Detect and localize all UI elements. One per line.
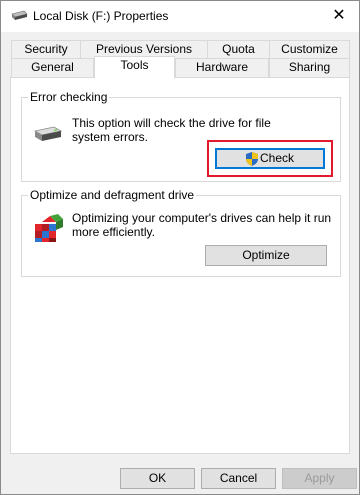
apply-button[interactable]: Apply <box>282 468 357 489</box>
tab-sharing[interactable]: Sharing <box>269 58 350 77</box>
drive-title-icon <box>10 10 28 22</box>
optimize-description-line2: more efficiently. <box>72 225 155 239</box>
drive-icon <box>33 125 63 143</box>
error-checking-title: Error checking <box>28 90 110 104</box>
check-button-label: Check <box>259 151 294 165</box>
tab-hardware[interactable]: Hardware <box>175 58 269 77</box>
defrag-icon <box>32 213 66 243</box>
optimize-title: Optimize and defragment drive <box>28 188 197 202</box>
close-button[interactable]: ✕ <box>328 5 350 27</box>
check-button[interactable]: Check <box>215 148 325 169</box>
title-bar[interactable]: Local Disk (F:) Properties ✕ <box>1 1 359 32</box>
optimize-description-line1: Optimizing your computer's drives can he… <box>72 211 332 225</box>
tab-customize[interactable]: Customize <box>269 40 350 59</box>
cancel-button[interactable]: Cancel <box>201 468 276 489</box>
properties-window: Local Disk (F:) Properties ✕ Security Pr… <box>0 0 360 495</box>
tab-tools[interactable]: Tools <box>94 56 175 79</box>
tab-general[interactable]: General <box>11 58 94 77</box>
uac-shield-icon <box>245 149 258 168</box>
tab-quota[interactable]: Quota <box>207 40 270 59</box>
window-title: Local Disk (F:) Properties <box>33 9 169 23</box>
ok-button[interactable]: OK <box>120 468 195 489</box>
tab-security[interactable]: Security <box>11 40 81 59</box>
error-checking-description-line1: This option will check the drive for fil… <box>72 116 271 130</box>
optimize-button[interactable]: Optimize <box>205 245 327 266</box>
